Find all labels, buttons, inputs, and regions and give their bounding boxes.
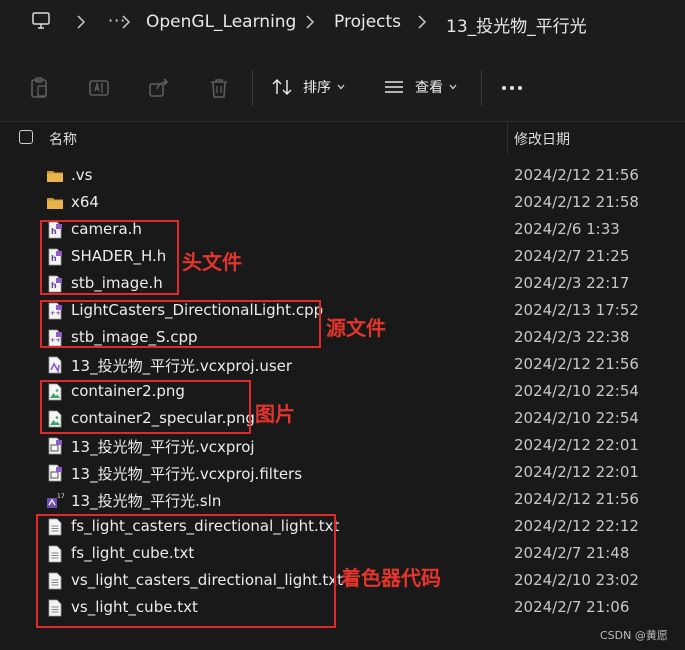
file-modified-date: 2024/2/7 21:25: [514, 247, 630, 265]
file-modified-date: 2024/2/7 21:48: [514, 544, 630, 562]
this-pc-icon[interactable]: [31, 11, 51, 31]
annotation-box-shaders: [36, 514, 336, 628]
chevron-right-icon: [306, 15, 314, 29]
file-row[interactable]: 13_投光物_平行光.vcxproj.user 2024/2/12 21:56: [0, 352, 685, 379]
file-modified-date: 2024/2/12 22:01: [514, 463, 639, 481]
more-options-icon[interactable]: [500, 84, 524, 92]
file-name: .vs: [71, 166, 93, 184]
breadcrumb-item-current-folder[interactable]: 13_投光物_平行光: [446, 12, 587, 37]
chevron-down-icon: [449, 84, 457, 90]
file-row[interactable]: 13_投光物_平行光.vcxproj.filters 2024/2/12 22:0…: [0, 460, 685, 487]
view-button[interactable]: 查看: [383, 74, 457, 100]
address-bar: ··· OpenGL_Learning Projects 13_投光物_平行光: [0, 0, 685, 44]
vcxproj-file-icon: [46, 464, 64, 482]
command-bar: 排序 查看: [0, 44, 685, 122]
file-modified-date: 2024/2/7 21:06: [514, 598, 630, 616]
toolbar-divider: [481, 70, 482, 106]
file-row[interactable]: x64 2024/2/12 21:58: [0, 190, 685, 217]
toolbar-divider: [252, 70, 253, 106]
chevron-down-icon: [337, 84, 345, 90]
annotation-box-headers: [40, 220, 179, 295]
svg-text:17: 17: [57, 493, 64, 500]
annotation-label-sources: 源文件: [326, 316, 386, 340]
rename-icon[interactable]: [87, 76, 111, 100]
file-row[interactable]: 17 13_投光物_平行光.sln 2024/2/12 21:56: [0, 487, 685, 514]
chevron-right-icon: [418, 15, 426, 29]
column-header-date[interactable]: 修改日期: [514, 129, 570, 149]
sort-icon: [272, 78, 292, 96]
file-name: 13_投光物_平行光.vcxproj.filters: [71, 465, 303, 483]
file-modified-date: 2024/2/12 21:56: [514, 355, 639, 373]
vcxproj-file-icon: [46, 437, 64, 455]
file-modified-date: 2024/2/12 22:01: [514, 436, 639, 454]
column-header: 名称 修改日期: [0, 122, 685, 154]
file-modified-date: 2024/2/10 23:02: [514, 571, 639, 589]
file-modified-date: 2024/2/3 22:38: [514, 328, 630, 346]
file-row[interactable]: .vs 2024/2/12 21:56: [0, 163, 685, 190]
sort-label: 排序: [303, 80, 331, 96]
file-modified-date: 2024/2/12 22:12: [514, 517, 639, 535]
file-modified-date: 2024/2/10 22:54: [514, 409, 639, 427]
delete-icon[interactable]: [207, 76, 231, 100]
file-modified-date: 2024/2/12 21:56: [514, 490, 639, 508]
annotation-label-images: 图片: [255, 402, 295, 426]
file-name: 13_投光物_平行光.vcxproj.user: [71, 357, 293, 375]
watermark: CSDN @黄愿: [600, 629, 668, 642]
file-name: 13_投光物_平行光.vcxproj: [71, 438, 255, 456]
chevron-right-icon: [122, 15, 130, 29]
annotation-label-headers: 头文件: [182, 250, 242, 274]
column-header-name[interactable]: 名称: [49, 129, 77, 149]
annotation-box-sources: [40, 300, 321, 348]
file-modified-date: 2024/2/13 17:52: [514, 301, 639, 319]
sln-file-icon: 17: [46, 491, 65, 509]
folder-icon: [46, 194, 64, 212]
file-name: x64: [71, 193, 99, 211]
breadcrumb-item-opengl-learning[interactable]: OpenGL_Learning: [146, 12, 296, 32]
file-modified-date: 2024/2/10 22:54: [514, 382, 639, 400]
view-list-icon: [385, 81, 403, 93]
breadcrumb-item-projects[interactable]: Projects: [334, 12, 401, 32]
annotation-box-images: [40, 380, 251, 434]
file-modified-date: 2024/2/12 21:56: [514, 166, 639, 184]
annotation-label-shaders: 着色器代码: [341, 566, 441, 590]
view-label: 查看: [415, 80, 443, 96]
share-icon[interactable]: [147, 76, 171, 100]
paste-icon[interactable]: [27, 76, 51, 100]
file-name: 13_投光物_平行光.sln: [71, 492, 222, 510]
select-all-checkbox[interactable]: [19, 130, 33, 144]
vs-user-file-icon: [46, 356, 64, 374]
file-modified-date: 2024/2/6 1:33: [514, 220, 620, 238]
chevron-right-icon: [77, 15, 85, 29]
file-modified-date: 2024/2/12 21:58: [514, 193, 639, 211]
column-separator[interactable]: [507, 122, 508, 154]
file-row[interactable]: 13_投光物_平行光.vcxproj 2024/2/12 22:01: [0, 433, 685, 460]
folder-icon: [46, 167, 64, 185]
file-modified-date: 2024/2/3 22:17: [514, 274, 630, 292]
sort-button[interactable]: 排序: [271, 74, 345, 100]
